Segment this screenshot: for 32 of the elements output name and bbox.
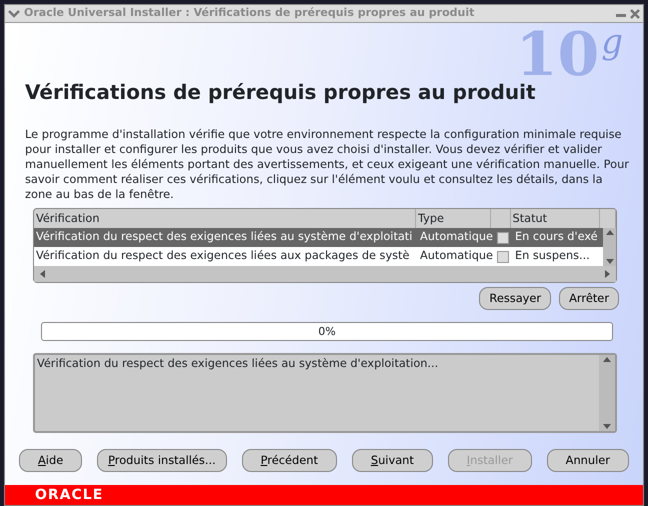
wizard-button[interactable]: Produits installés...: [97, 449, 227, 472]
wizard-button[interactable]: Précédent: [242, 449, 337, 472]
vertical-scrollbar[interactable]: [603, 228, 616, 266]
scroll-up-icon[interactable]: [604, 228, 614, 236]
checkbox[interactable]: [497, 232, 509, 244]
scroll-up-icon[interactable]: [602, 355, 612, 364]
retry-button[interactable]: Ressayer: [479, 287, 552, 310]
scroll-left-icon[interactable]: [38, 269, 46, 279]
retry-button[interactable]: Arrêter: [559, 287, 619, 310]
close-icon[interactable]: [630, 8, 640, 18]
wizard-button[interactable]: Suivant: [352, 449, 433, 472]
window-menu-icon[interactable]: [8, 8, 20, 18]
details-text: Vérification du respect des exigences liées au système d'exploitation...: [37, 357, 438, 370]
wizard-button[interactable]: Aide: [19, 449, 82, 472]
table-row[interactable]: Vérification du respect des exigences liées au système d'exploitati Automatique En cours d'exé: [34, 228, 603, 247]
progress-bar: 0%: [41, 322, 613, 342]
table-cell-text: En suspens...: [514, 248, 591, 264]
window-title: Oracle Universal Installer : Vérifications de prérequis propres au produit: [24, 5, 476, 22]
wizard-button[interactable]: Annuler: [546, 449, 629, 472]
table-cell-text: Automatique: [419, 248, 493, 264]
table-cell-text: Vérification du respect des exigences liées au système d'exploitati: [35, 229, 414, 246]
checkbox[interactable]: [497, 250, 509, 262]
table-row[interactable]: Vérification du respect des exigences liées aux packages de systè Automatique En suspens...: [34, 247, 603, 266]
page-heading: Vérifications de prérequis propres au produit: [25, 79, 537, 106]
vertical-scrollbar[interactable]: [599, 355, 615, 432]
table-cell-text: Automatique: [419, 229, 493, 246]
scroll-right-icon[interactable]: [604, 269, 612, 279]
scroll-down-icon[interactable]: [602, 423, 612, 432]
table-cell-text: Vérification du respect des exigences liées aux packages de systè: [35, 248, 410, 264]
footer-logo: ORACLE: [35, 486, 104, 504]
table-cell-text: En cours d'exé: [514, 229, 599, 246]
description-text: Le programme d'installation vérifie que votre environnement respecte la configuration minimale requise pour installer et configurer les produits que vous avez choisi d'installer. Vous devez vérifier et valider manuellement les éléments portant des avertissements, et ceux exigeant une vérification manuelle. Pour savoir comment réaliser ces vérifications, cliquez sur l'élément voulu et consultez les détails, dans la zone au bas de la fenêtre.: [25, 127, 629, 202]
